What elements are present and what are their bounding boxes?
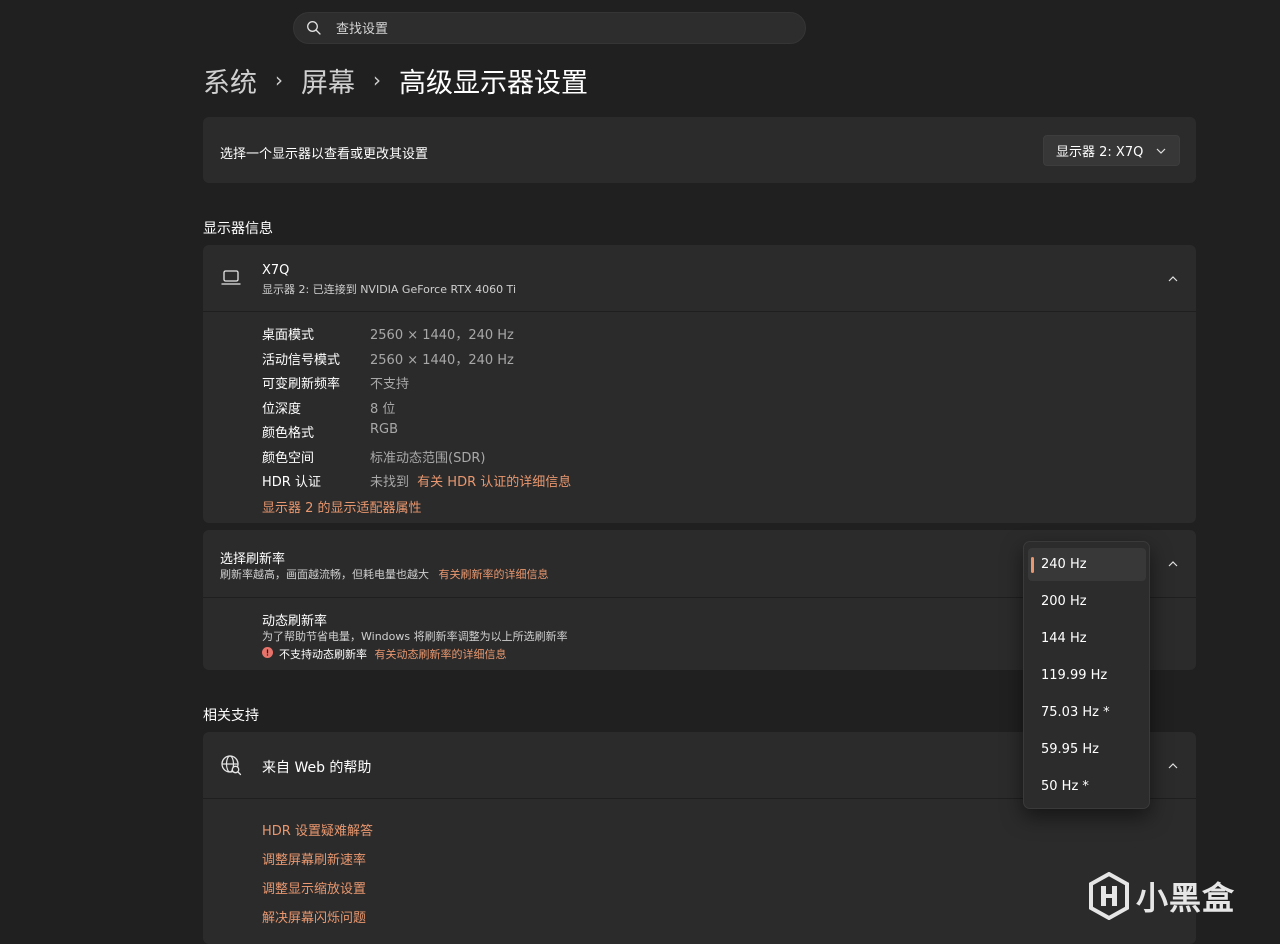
- display-connection: 显示器 2: 已连接到 NVIDIA GeForce RTX 4060 Ti: [262, 283, 516, 296]
- option-label: 119.99 Hz: [1041, 668, 1108, 683]
- chevron-up-icon[interactable]: [1167, 273, 1179, 285]
- page-title: 高级显示器设置: [399, 67, 588, 99]
- info-label: HDR 认证: [262, 475, 321, 490]
- info-label: 颜色空间: [262, 451, 315, 466]
- display-info-header[interactable]: [203, 245, 1196, 311]
- display-dropdown[interactable]: 显示器 2: X7Q: [1043, 135, 1180, 166]
- info-value: 不支持: [370, 377, 410, 392]
- option-label: 144 Hz: [1041, 631, 1087, 646]
- refresh-rate-description-text: 刷新率越高，画面越流畅，但耗电量也越大: [220, 568, 429, 581]
- option-label: 75.03 Hz *: [1041, 705, 1110, 720]
- help-link-flicker[interactable]: 解决屏幕闪烁问题: [262, 907, 366, 926]
- heybox-logo-icon: [1089, 872, 1129, 920]
- refresh-option-240[interactable]: 240 Hz: [1028, 548, 1146, 581]
- breadcrumb-display[interactable]: 屏幕: [301, 61, 355, 100]
- help-link-scaling[interactable]: 调整显示缩放设置: [262, 878, 366, 897]
- refresh-rate-label: 选择刷新率: [220, 552, 286, 567]
- refresh-option-200[interactable]: 200 Hz: [1028, 585, 1146, 618]
- display-name: X7Q: [262, 263, 290, 278]
- chevron-right-icon: ›: [275, 68, 283, 92]
- chevron-up-icon[interactable]: [1167, 760, 1179, 772]
- laptop-icon: [221, 270, 241, 285]
- search-input[interactable]: [334, 13, 778, 45]
- info-value: 标准动态范围(SDR): [370, 451, 486, 466]
- breadcrumb: 系统 › 屏幕 › 高级显示器设置: [203, 58, 588, 102]
- chevron-down-icon: [1156, 148, 1166, 154]
- refresh-option-75[interactable]: 75.03 Hz *: [1028, 696, 1146, 729]
- info-value: 2560 × 1440，240 Hz: [370, 328, 514, 343]
- error-icon: [262, 647, 273, 658]
- web-help-icon: [221, 755, 242, 776]
- dynamic-refresh-title: 动态刷新率: [262, 614, 328, 629]
- display-dropdown-value: 显示器 2: X7Q: [1056, 145, 1144, 160]
- adapter-properties-link[interactable]: 显示器 2 的显示适配器属性: [262, 497, 422, 516]
- info-label: 桌面模式: [262, 328, 315, 343]
- chevron-right-icon: ›: [373, 68, 381, 92]
- option-label: 59.95 Hz: [1041, 742, 1099, 757]
- related-support-heading: 相关支持: [203, 708, 259, 724]
- refresh-rate-link[interactable]: 有关刷新率的详细信息: [439, 568, 549, 581]
- help-link-refresh[interactable]: 调整屏幕刷新速率: [262, 849, 366, 868]
- info-label: 颜色格式: [262, 426, 315, 441]
- watermark: 小黑盒: [1088, 872, 1235, 920]
- info-label: 位深度: [262, 402, 302, 417]
- help-link-hdr[interactable]: HDR 设置疑难解答: [262, 820, 373, 839]
- refresh-rate-description: 刷新率越高，画面越流畅，但耗电量也越大 有关刷新率的详细信息: [220, 566, 549, 582]
- refresh-option-50[interactable]: 50 Hz *: [1028, 770, 1146, 803]
- search-box[interactable]: [293, 12, 806, 45]
- display-info-heading: 显示器信息: [203, 221, 273, 237]
- dynamic-refresh-link[interactable]: 有关动态刷新率的详细信息: [375, 648, 507, 661]
- hdr-cert-link[interactable]: 有关 HDR 认证的详细信息: [417, 475, 571, 490]
- info-label: 可变刷新频率: [262, 377, 341, 392]
- selection-indicator: [1031, 557, 1034, 573]
- hdr-cert-value: 未找到 有关 HDR 认证的详细信息: [370, 471, 571, 490]
- option-label: 240 Hz: [1041, 557, 1087, 572]
- info-value: 2560 × 1440，240 Hz: [370, 353, 514, 368]
- info-value: RGB: [370, 422, 399, 437]
- breadcrumb-system[interactable]: 系统: [203, 61, 257, 100]
- chevron-up-icon[interactable]: [1167, 558, 1179, 570]
- option-label: 50 Hz *: [1041, 779, 1089, 794]
- divider: [203, 311, 1196, 312]
- watermark-text: 小黑盒: [1136, 879, 1236, 917]
- web-help-label: 来自 Web 的帮助: [262, 760, 372, 776]
- dynamic-refresh-warning: 不支持动态刷新率 有关动态刷新率的详细信息: [279, 646, 507, 662]
- select-display-label: 选择一个显示器以查看或更改其设置: [220, 147, 429, 162]
- hdr-cert-status: 未找到: [370, 475, 410, 490]
- option-label: 200 Hz: [1041, 594, 1087, 609]
- refresh-option-59[interactable]: 59.95 Hz: [1028, 733, 1146, 766]
- info-label: 活动信号模式: [262, 353, 341, 368]
- dynamic-refresh-warning-text: 不支持动态刷新率: [279, 648, 367, 661]
- search-icon: [307, 21, 321, 35]
- info-value: 8 位: [370, 402, 396, 417]
- dynamic-refresh-description: 为了帮助节省电量，Windows 将刷新率调整为以上所选刷新率: [262, 630, 568, 643]
- refresh-option-119[interactable]: 119.99 Hz: [1028, 659, 1146, 692]
- refresh-rate-flyout: 240 Hz 200 Hz 144 Hz 119.99 Hz 75.03 Hz …: [1023, 541, 1150, 809]
- refresh-option-144[interactable]: 144 Hz: [1028, 622, 1146, 655]
